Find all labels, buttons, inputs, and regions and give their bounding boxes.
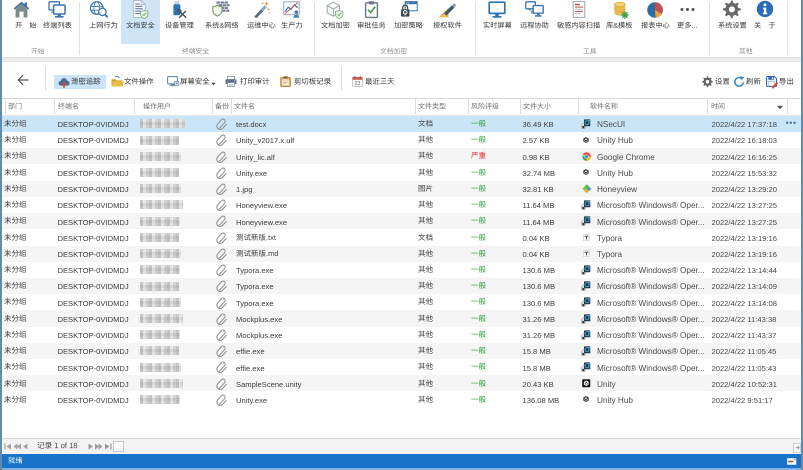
svg-text:23: 23	[355, 81, 361, 87]
